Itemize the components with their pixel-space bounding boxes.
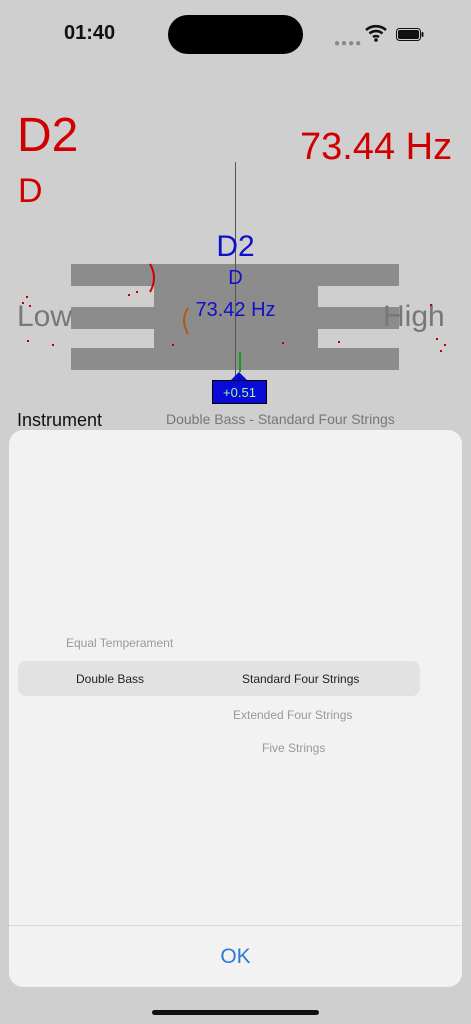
wifi-icon	[365, 24, 387, 42]
signal-dots-icon: ●●●●	[334, 38, 363, 49]
noise-speck	[282, 342, 284, 344]
instrument-label: Instrument	[17, 410, 103, 430]
low-label: Low	[17, 300, 73, 333]
cents-offset-badge: +0.51	[212, 380, 267, 404]
noise-speck	[29, 305, 31, 307]
picker-tuning-selected[interactable]: Standard Four Strings	[242, 672, 359, 686]
instrument-value[interactable]: Double Bass - Standard Four Strings	[166, 411, 395, 427]
noise-speck	[338, 341, 340, 343]
picker-tuning-option[interactable]: Extended Four Strings	[233, 708, 352, 722]
noise-speck	[22, 302, 24, 304]
picker-tuning-option[interactable]: Five Strings	[262, 741, 325, 755]
picker-temperament-option[interactable]: Equal Temperament	[66, 636, 173, 650]
high-label: High	[383, 300, 445, 333]
detected-frequency: 73.44 Hz	[300, 126, 453, 168]
tuning-indicator-mark	[239, 352, 241, 372]
noise-speck	[27, 340, 29, 342]
gauge-center-note: D2	[216, 230, 255, 263]
noise-speck	[436, 338, 438, 340]
noise-speck	[52, 344, 54, 346]
noise-speck	[444, 344, 446, 346]
home-indicator[interactable]	[152, 1010, 319, 1015]
detected-note-letter: D	[18, 172, 43, 210]
noise-speck	[172, 344, 174, 346]
instrument-picker-sheet: Equal Temperament Double Bass Standard F…	[9, 430, 462, 987]
dynamic-island	[168, 15, 303, 54]
detected-note: D2	[17, 109, 79, 162]
noise-speck	[26, 296, 28, 298]
ok-button[interactable]: OK	[9, 926, 462, 987]
status-time: 01:40	[64, 22, 116, 44]
noise-speck	[136, 291, 138, 293]
noise-speck	[440, 350, 442, 352]
picker-instrument-selected[interactable]: Double Bass	[76, 672, 144, 686]
battery-icon	[396, 28, 424, 41]
noise-speck	[128, 294, 130, 296]
noise-speck	[430, 304, 432, 306]
gauge-center-letter: D	[228, 267, 243, 289]
